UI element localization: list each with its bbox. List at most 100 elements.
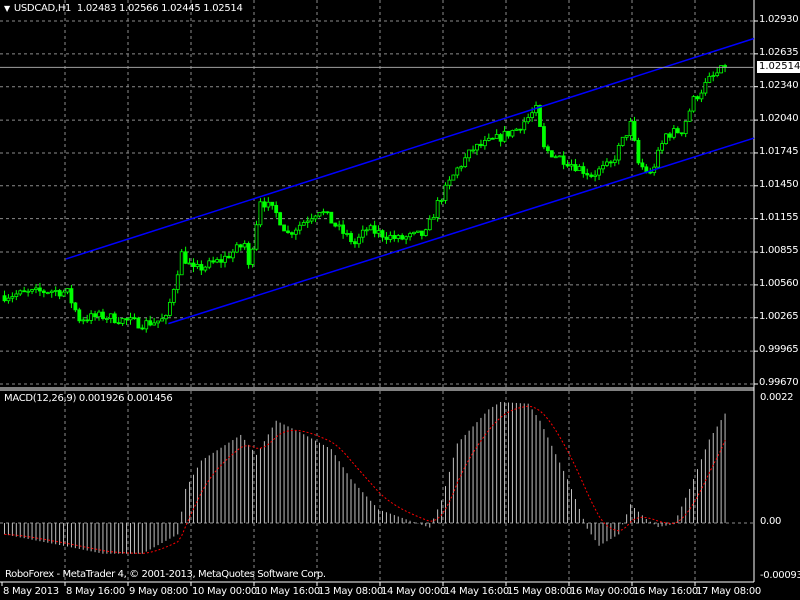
price-tick-label: 1.01745 [759,145,799,157]
candle-body [530,112,535,118]
candle-body [380,230,385,238]
dropdown-triangle-icon[interactable]: ▼ [4,4,10,13]
candle-body [132,317,137,320]
time-tick-label: 13 May 08:00 [318,586,383,597]
symbol-label: USDCAD,H1 [13,3,72,14]
candle-body [329,211,334,224]
candle-body [41,290,46,294]
candle-body [479,143,483,147]
candle-body [384,236,389,240]
price-tick-label: 1.02040 [759,113,799,125]
candle-body [242,243,247,248]
price-tick-label: 1.01155 [759,211,799,223]
candle-body [356,236,361,245]
candle-body [112,313,117,324]
candle-body [183,251,188,264]
candle-body [593,174,598,177]
candle-body [313,215,318,220]
candle-body [219,259,223,263]
candle-body [471,149,475,152]
candle-body [120,318,125,324]
candle-body [301,222,306,226]
candle-body [640,162,645,168]
price-tick-label: 1.01450 [759,178,799,190]
candle-body [388,234,393,240]
current-price-label: 1.02514 [757,61,800,74]
candle-body [215,259,220,263]
candle-body [628,121,633,137]
candle-body [699,92,704,100]
candle-body [30,289,34,292]
candle-body [486,137,491,141]
candle-body [136,317,141,329]
candle-body [349,233,353,243]
candle-body [648,171,653,174]
candle-body [589,174,594,177]
candle-body [57,290,62,297]
candle-body [608,161,613,164]
candle-body [305,220,310,223]
candle-body [104,318,109,320]
candle-body [412,231,416,235]
candle-body [250,248,255,265]
candle-body [18,290,23,295]
candle-body [636,139,641,164]
time-tick-label: 9 May 08:00 [129,586,188,597]
macd-tick-label: -0.000932 [760,570,800,581]
candle-body [368,225,373,231]
candle-body [65,288,70,293]
candle-body [632,121,637,141]
chart-header: ▼ USDCAD,H1 1.02483 1.02566 1.02445 1.025… [4,3,243,14]
candle-body [400,235,405,240]
candle-body [199,264,204,271]
candle-body [278,212,283,226]
candle-body [431,217,436,220]
candle-body [61,291,66,297]
candle-body [561,155,566,165]
candle-body [187,262,192,265]
candle-body [45,292,50,294]
candle-body [116,322,121,325]
candle-body [140,327,145,330]
candle-body [6,297,11,302]
candle-body [270,201,275,206]
candle-body [156,320,160,324]
candle-body [502,130,507,142]
candle-body [557,155,562,158]
candle-body [175,274,180,290]
candle-body [234,244,239,253]
candle-body [616,145,621,161]
candle-body [447,179,452,186]
candle-body [282,224,286,232]
candle-body [695,96,700,100]
candle-body [427,218,432,231]
candle-body [597,168,601,176]
candle-body [404,236,409,240]
candle-body [144,320,149,330]
candle-body [179,251,184,276]
candle-body [656,149,661,168]
candle-body [612,159,617,163]
candle-body [439,200,444,202]
price-chart[interactable] [0,0,800,600]
candle-body [2,295,7,302]
candle-body [97,311,101,318]
candle-body [475,143,479,151]
candle-body [396,235,401,239]
candle-body [506,130,511,137]
candle-body [573,164,578,172]
candle-body [675,128,680,134]
candle-body [553,156,558,159]
candle-body [715,72,720,76]
time-tick-label: 10 May 00:00 [192,586,257,597]
candle-body [416,230,420,233]
candle-body [230,251,235,259]
candle-body [711,75,716,77]
candle-body [376,230,381,234]
candle-body [679,132,684,135]
candle-body [101,311,105,319]
candle-body [49,290,54,293]
candle-body [223,255,227,263]
candle-body [89,313,94,321]
price-tick-label: 1.00855 [759,245,799,257]
